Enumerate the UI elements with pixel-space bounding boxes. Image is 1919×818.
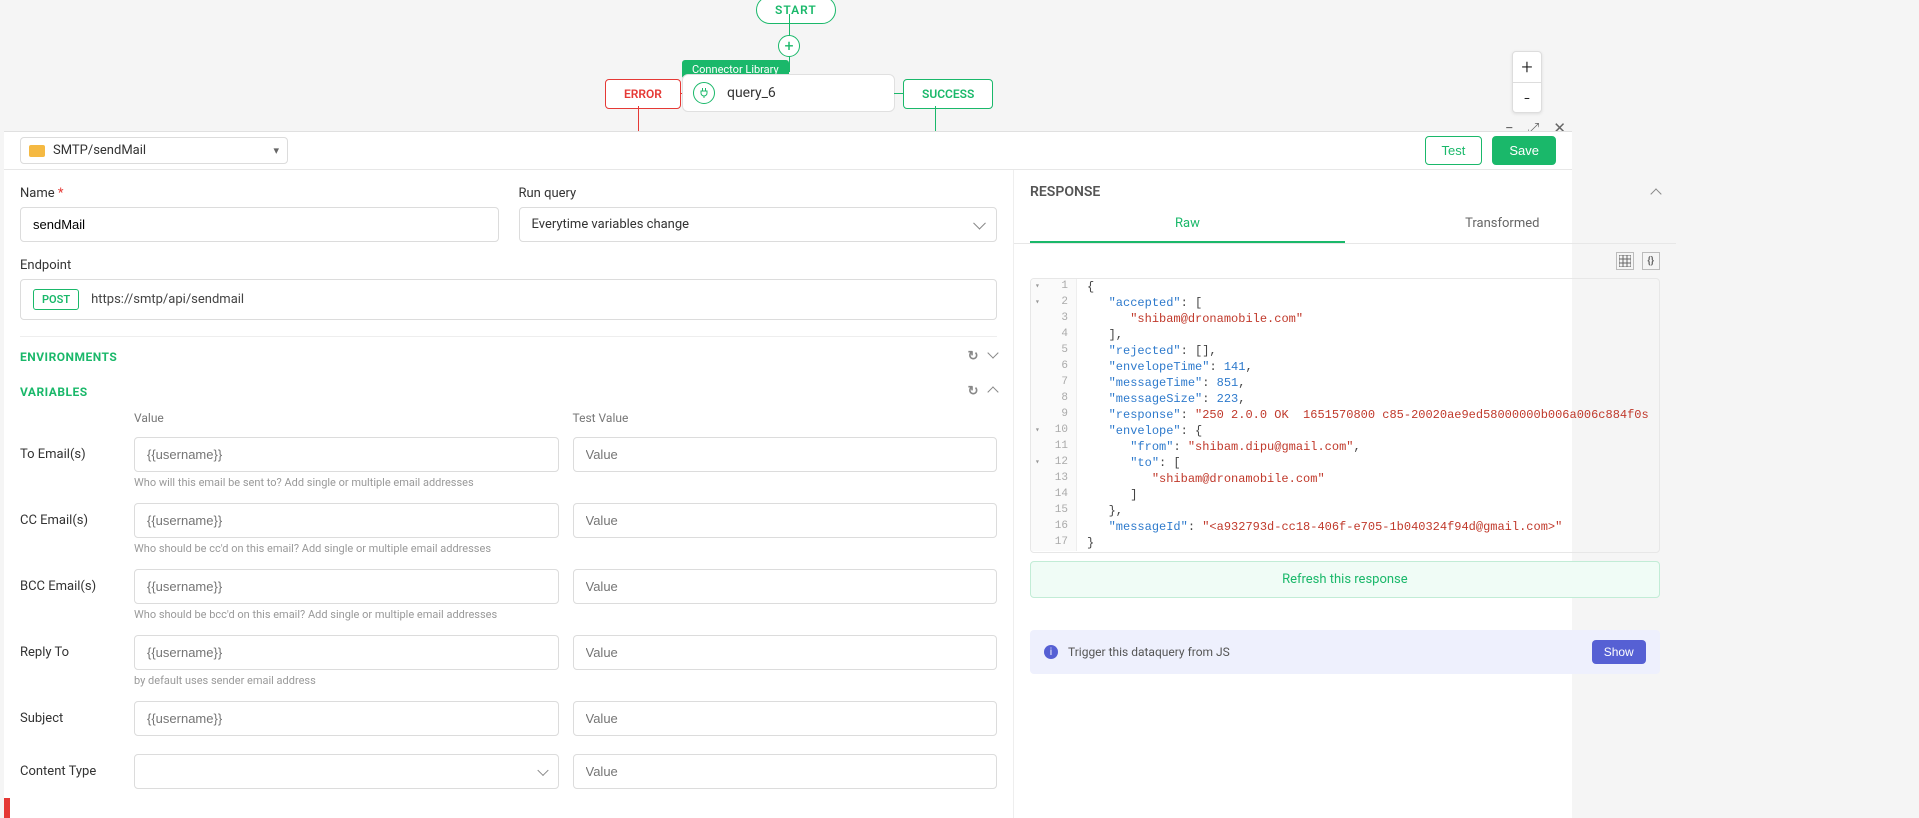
refresh-icon[interactable]: ↻ <box>968 349 979 364</box>
bcc-email-help: Who should be bcc'd on this email? Add s… <box>134 608 997 621</box>
bcc-email-label: BCC Email(s) <box>20 569 120 594</box>
to-email-value-input[interactable] <box>134 437 559 472</box>
endpoint-url: https://smtp/api/sendmail <box>91 292 244 307</box>
replyto-value-input[interactable] <box>134 635 559 670</box>
response-header[interactable]: RESPONSE <box>1014 170 1676 206</box>
editor-panel: SMTP/sendMail ▾ Test Save Name * Run que… <box>4 132 1572 818</box>
response-column: RESPONSE Raw Transformed {} ▾1{ ▾2 "acce… <box>1014 170 1676 818</box>
refresh-icon[interactable]: ↻ <box>968 384 979 399</box>
zoom-in-button[interactable]: + <box>1513 52 1541 82</box>
success-node[interactable]: SUCCESS <box>903 79 993 109</box>
cc-email-label: CC Email(s) <box>20 503 120 528</box>
subject-label: Subject <box>20 701 120 726</box>
plug-icon <box>693 82 715 104</box>
zoom-out-button[interactable]: - <box>1513 82 1541 112</box>
variables-section-header[interactable]: VARIABLES ↻ <box>20 372 997 407</box>
http-method-chip: POST <box>33 289 79 310</box>
chevron-up-icon[interactable] <box>987 386 998 397</box>
to-email-testvalue-input[interactable] <box>573 437 998 472</box>
save-button[interactable]: Save <box>1492 136 1556 165</box>
variables-grid: Value Test Value To Email(s) Who will th… <box>20 407 997 789</box>
bcc-email-testvalue-input[interactable] <box>573 569 998 604</box>
to-email-help: Who will this email be sent to? Add sing… <box>134 476 997 489</box>
run-query-label: Run query <box>519 186 998 201</box>
tab-transformed[interactable]: Transformed <box>1345 206 1660 243</box>
subject-value-input[interactable] <box>134 701 559 736</box>
info-icon: i <box>1044 645 1058 659</box>
start-node[interactable]: START <box>756 0 836 24</box>
error-node[interactable]: ERROR <box>605 79 681 109</box>
editor-topbar: SMTP/sendMail ▾ Test Save <box>4 132 1572 170</box>
refresh-response-button[interactable]: Refresh this response <box>1030 561 1660 598</box>
replyto-label: Reply To <box>20 635 120 660</box>
folder-icon <box>29 145 45 157</box>
value-column-header: Value <box>134 407 559 429</box>
contenttype-testvalue-input[interactable] <box>573 754 998 789</box>
contenttype-value-select[interactable] <box>134 754 559 789</box>
query-node-label: query_6 <box>727 85 776 101</box>
environments-section-header[interactable]: ENVIRONMENTS ↻ <box>20 336 997 372</box>
workflow-canvas: START + Connector Library query_6 ERROR … <box>0 0 1919 132</box>
bcc-email-value-input[interactable] <box>134 569 559 604</box>
connector-line <box>789 14 790 36</box>
table-view-icon[interactable] <box>1616 252 1634 270</box>
top-actions: Test Save <box>1425 136 1556 165</box>
json-view-icon[interactable]: {} <box>1642 252 1660 270</box>
name-input[interactable] <box>20 207 499 242</box>
response-tabs: Raw Transformed <box>1014 206 1676 244</box>
name-label: Name * <box>20 186 499 201</box>
zoom-controls: + - <box>1512 51 1542 113</box>
add-node-button[interactable]: + <box>778 35 800 57</box>
replyto-testvalue-input[interactable] <box>573 635 998 670</box>
endpoint-box: POST https://smtp/api/sendmail <box>20 279 997 320</box>
replyto-help: by default uses sender email address <box>134 674 997 687</box>
connector-line <box>894 93 903 94</box>
trigger-info-bar: i Trigger this dataquery from JS Show <box>1030 630 1660 674</box>
to-email-label: To Email(s) <box>20 437 120 462</box>
cc-email-testvalue-input[interactable] <box>573 503 998 538</box>
contenttype-label: Content Type <box>20 754 120 779</box>
tab-raw[interactable]: Raw <box>1030 206 1345 243</box>
show-button[interactable]: Show <box>1592 640 1646 664</box>
connector-line <box>935 106 936 132</box>
cc-email-help: Who should be cc'd on this email? Add si… <box>134 542 997 555</box>
connector-line <box>789 56 790 72</box>
test-button[interactable]: Test <box>1425 136 1483 165</box>
connector-line <box>638 106 639 132</box>
connector-selector[interactable]: SMTP/sendMail ▾ <box>20 137 288 164</box>
trigger-text: Trigger this dataquery from JS <box>1068 645 1230 659</box>
cc-email-value-input[interactable] <box>134 503 559 538</box>
left-accent-bar-red <box>4 798 10 818</box>
response-code-viewer[interactable]: ▾1{ ▾2 "accepted": [ 3 "shibam@dronamobi… <box>1030 278 1660 553</box>
connector-selector-label: SMTP/sendMail <box>53 143 146 158</box>
subject-testvalue-input[interactable] <box>573 701 998 736</box>
endpoint-label: Endpoint <box>20 258 997 273</box>
form-column: Name * Run query Everytime variables cha… <box>4 170 1014 818</box>
chevron-down-icon: ▾ <box>273 144 279 157</box>
test-value-column-header: Test Value <box>573 407 998 429</box>
run-query-select[interactable]: Everytime variables change <box>519 207 998 242</box>
chevron-up-icon <box>1650 188 1661 199</box>
chevron-down-icon[interactable] <box>987 347 998 358</box>
response-toolbar: {} <box>1014 244 1676 278</box>
query-node[interactable]: query_6 <box>682 74 895 112</box>
